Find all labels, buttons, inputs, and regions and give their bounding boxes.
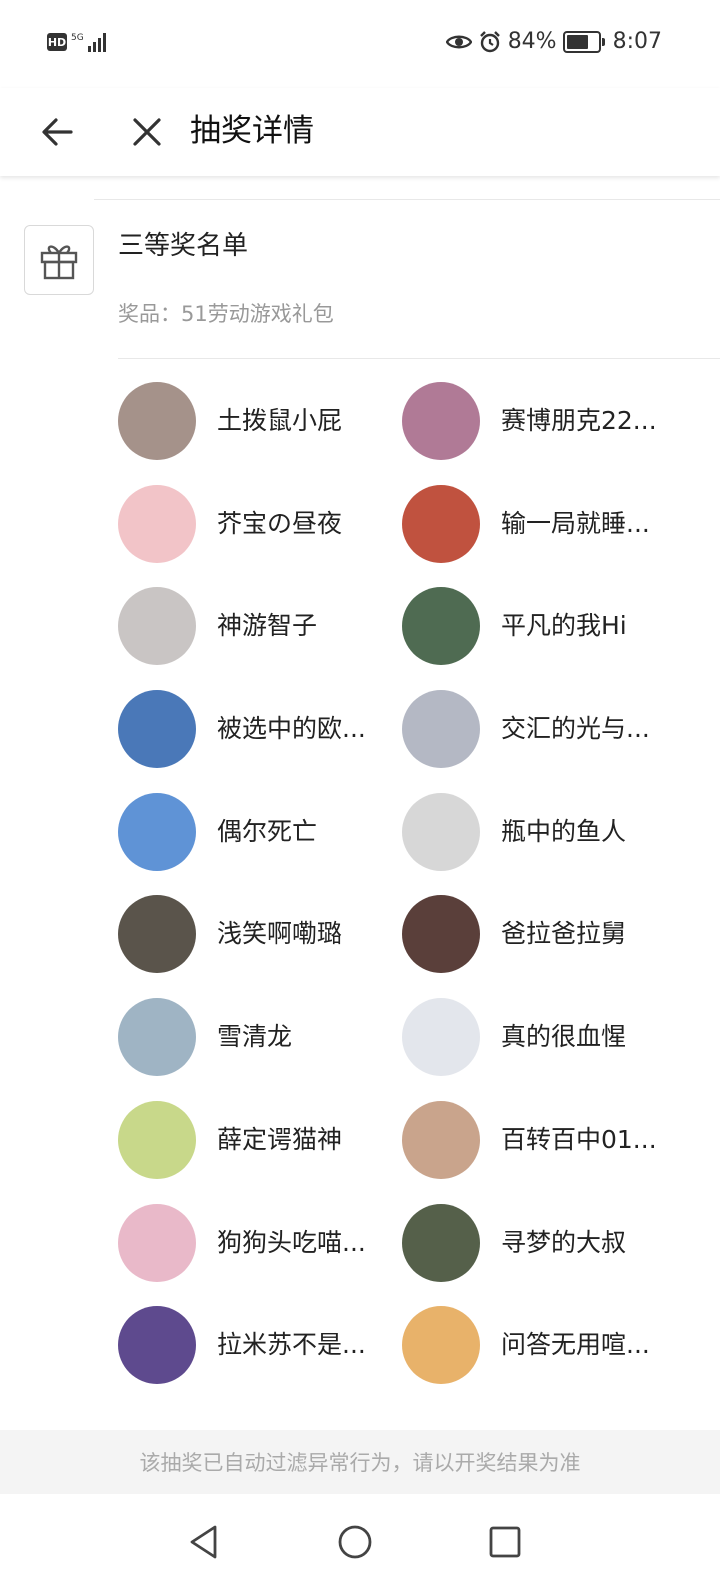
winner-name[interactable]: 瓶中的鱼人 bbox=[501, 793, 626, 871]
winner-name[interactable]: 薛定谔猫神 bbox=[217, 1101, 342, 1179]
page-title: 抽奖详情 bbox=[190, 113, 314, 149]
winner-item[interactable]: 寻梦的大叔 bbox=[402, 1203, 678, 1307]
winner-item[interactable]: 偶尔死亡 bbox=[118, 792, 402, 896]
winner-name[interactable]: 芥宝の昼夜 bbox=[217, 485, 342, 563]
winner-item[interactable]: 狗狗头吃喵... bbox=[118, 1203, 402, 1307]
section-title: 三等奖名单 bbox=[118, 231, 249, 261]
battery-icon bbox=[562, 30, 605, 53]
triangle-back-icon bbox=[190, 1525, 217, 1559]
close-button[interactable] bbox=[122, 102, 172, 162]
nav-recents-button[interactable] bbox=[475, 1512, 535, 1572]
signal-icon bbox=[87, 32, 106, 52]
winner-name[interactable]: 浅笑啊嘞璐 bbox=[217, 895, 342, 973]
winner-item[interactable]: 雪清龙 bbox=[118, 998, 402, 1101]
winner-name[interactable]: 问答无用喧... bbox=[501, 1306, 650, 1384]
status-right: 84% 8:07 bbox=[445, 29, 662, 54]
winner-grid: 土拨鼠小屁 赛博朋克22... 芥宝の昼夜 输一局就睡... 神游智子 平凡的我… bbox=[118, 382, 678, 1409]
avatar[interactable] bbox=[402, 587, 480, 666]
hd-badge: HD bbox=[47, 33, 67, 51]
winner-item[interactable]: 交汇的光与... bbox=[402, 690, 678, 793]
winner-name[interactable]: 百转百中01... bbox=[501, 1101, 657, 1179]
winner-name[interactable]: 平凡的我Hi bbox=[501, 587, 627, 665]
winner-name[interactable]: 输一局就睡... bbox=[501, 485, 650, 563]
avatar[interactable] bbox=[402, 998, 480, 1077]
winner-name[interactable]: 真的很血惺 bbox=[501, 998, 626, 1076]
winner-name[interactable]: 寻梦的大叔 bbox=[501, 1204, 626, 1282]
winner-item[interactable]: 芥宝の昼夜 bbox=[118, 484, 402, 588]
clock-time: 8:07 bbox=[612, 29, 662, 54]
winner-item[interactable]: 神游智子 bbox=[118, 587, 402, 690]
winner-name[interactable]: 偶尔死亡 bbox=[217, 793, 317, 871]
winner-item[interactable]: 浅笑啊嘞璐 bbox=[118, 895, 402, 998]
gift-icon bbox=[40, 245, 78, 280]
avatar[interactable] bbox=[118, 690, 196, 769]
system-nav-bar bbox=[0, 1494, 720, 1592]
back-button[interactable] bbox=[32, 102, 82, 162]
network-label: 5G bbox=[71, 33, 84, 43]
winner-item[interactable]: 拉米苏不是... bbox=[118, 1306, 402, 1409]
avatar[interactable] bbox=[118, 587, 196, 666]
winner-name[interactable]: 土拨鼠小屁 bbox=[217, 382, 342, 460]
close-icon bbox=[133, 118, 161, 146]
winner-item[interactable]: 瓶中的鱼人 bbox=[402, 792, 678, 896]
divider bbox=[94, 199, 720, 200]
alarm-icon bbox=[479, 30, 500, 52]
winner-name[interactable]: 被选中的欧... bbox=[217, 690, 366, 768]
winner-name[interactable]: 狗狗头吃喵... bbox=[217, 1204, 366, 1282]
app-bar: 抽奖详情 bbox=[0, 88, 720, 176]
status-bar: HD 5G 84% 8:07 bbox=[0, 0, 720, 88]
winner-item[interactable]: 平凡的我Hi bbox=[402, 587, 678, 690]
avatar[interactable] bbox=[118, 792, 196, 871]
winner-item[interactable]: 爸拉爸拉舅 bbox=[402, 895, 678, 998]
winner-item[interactable]: 输一局就睡... bbox=[402, 484, 678, 588]
winner-name[interactable]: 雪清龙 bbox=[217, 998, 292, 1076]
divider bbox=[118, 358, 720, 359]
avatar[interactable] bbox=[402, 895, 480, 974]
winner-item[interactable]: 赛博朋克22... bbox=[402, 382, 678, 485]
nav-home-button[interactable] bbox=[325, 1512, 385, 1572]
square-recents-icon bbox=[489, 1526, 521, 1558]
avatar[interactable] bbox=[118, 998, 196, 1077]
avatar[interactable] bbox=[118, 1203, 196, 1282]
gift-icon-box bbox=[24, 225, 94, 295]
winner-item[interactable]: 百转百中01... bbox=[402, 1100, 678, 1204]
winner-item[interactable]: 问答无用喧... bbox=[402, 1306, 678, 1409]
avatar[interactable] bbox=[402, 484, 480, 563]
avatar[interactable] bbox=[402, 382, 480, 460]
arrow-left-icon bbox=[42, 118, 73, 146]
prize-text: 奖品：51劳动游戏礼包 bbox=[118, 302, 334, 326]
avatar[interactable] bbox=[118, 1306, 196, 1385]
battery-fill bbox=[566, 34, 589, 49]
winner-item[interactable]: 真的很血惺 bbox=[402, 998, 678, 1101]
battery-percent: 84% bbox=[507, 29, 557, 54]
footer-notice: 该抽奖已自动过滤异常行为，请以开奖结果为准 bbox=[0, 1430, 720, 1494]
avatar[interactable] bbox=[118, 1100, 196, 1179]
avatar[interactable] bbox=[402, 1306, 480, 1385]
avatar[interactable] bbox=[402, 690, 480, 769]
winner-name[interactable]: 赛博朋克22... bbox=[501, 382, 657, 460]
avatar[interactable] bbox=[118, 382, 196, 460]
winner-item[interactable]: 土拨鼠小屁 bbox=[118, 382, 402, 485]
avatar[interactable] bbox=[118, 895, 196, 974]
avatar[interactable] bbox=[118, 484, 196, 563]
winner-name[interactable]: 神游智子 bbox=[217, 587, 317, 665]
circle-home-icon bbox=[338, 1525, 372, 1559]
winner-name[interactable]: 爸拉爸拉舅 bbox=[501, 895, 626, 973]
winner-name[interactable]: 拉米苏不是... bbox=[217, 1306, 366, 1384]
winner-item[interactable]: 薛定谔猫神 bbox=[118, 1100, 402, 1204]
status-left: HD 5G bbox=[47, 32, 106, 52]
avatar[interactable] bbox=[402, 1203, 480, 1282]
nav-back-button[interactable] bbox=[174, 1512, 234, 1572]
avatar[interactable] bbox=[402, 1100, 480, 1179]
avatar[interactable] bbox=[402, 792, 480, 871]
winner-item[interactable]: 被选中的欧... bbox=[118, 690, 402, 793]
eye-icon bbox=[445, 35, 472, 48]
winner-name[interactable]: 交汇的光与... bbox=[501, 690, 650, 768]
